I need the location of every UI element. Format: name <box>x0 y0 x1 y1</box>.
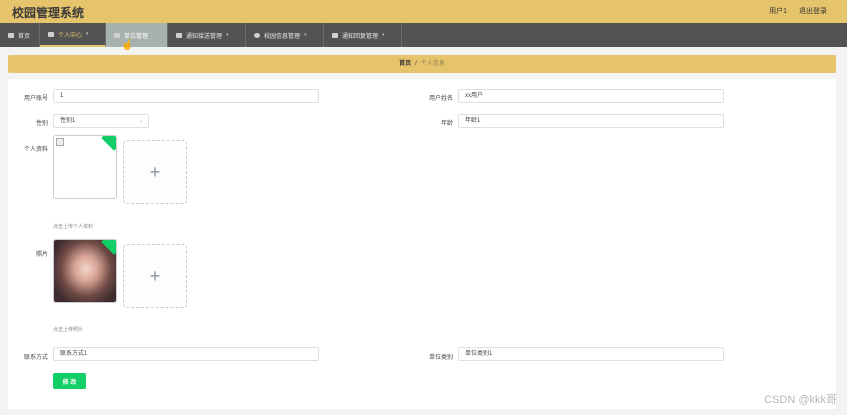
nav-label: 首页 <box>18 33 31 40</box>
contact-input[interactable]: 联系方式1 <box>53 347 319 361</box>
age-label: 年龄 <box>440 121 453 127</box>
account-label: 用户账号 <box>23 96 48 102</box>
chevron-down-icon: ⌄ <box>138 118 143 124</box>
current-user[interactable]: 用户1 <box>769 8 787 15</box>
profile-upload-hint: 点击上传个人资料 <box>53 224 94 230</box>
photo-upload-hint: 点击上传照片 <box>53 327 84 333</box>
name-input[interactable]: xx用户 <box>458 89 724 103</box>
gender-value: 性别1 <box>60 118 76 124</box>
menu-icon <box>114 32 120 38</box>
plus-icon: + <box>149 265 161 286</box>
top-bar: 校园管理系统 用户1 退出登录 <box>0 0 847 23</box>
logout-link[interactable]: 退出登录 <box>799 8 827 15</box>
chevron-down-icon: ▾ <box>304 32 307 38</box>
nav-item-notice-pickup[interactable]: 通知接送管理 ▾ <box>168 23 246 47</box>
user-icon <box>48 31 54 37</box>
nav-item-campus-info[interactable]: 校园信息管理 ▾ <box>246 23 324 47</box>
photo-uploaded-file[interactable] <box>53 239 117 303</box>
submit-button[interactable]: 修 改 <box>53 373 86 389</box>
contact-label: 联系方式 <box>23 355 48 361</box>
gender-label: 性别 <box>35 121 48 127</box>
broken-image-icon <box>56 138 64 146</box>
breadcrumb: 首页 / 个人信息 <box>8 55 836 73</box>
unit-type-input[interactable]: 单位类别1 <box>458 347 724 361</box>
profile-upload-button[interactable]: + <box>123 140 187 204</box>
nav-label: 通知回复管理 <box>342 33 379 40</box>
nav-label: 单位管理 <box>124 33 149 40</box>
chevron-down-icon: ▾ <box>226 32 229 38</box>
app-title: 校园管理系统 <box>12 6 85 20</box>
profile-label: 个人资料 <box>23 147 48 153</box>
info-icon <box>254 32 260 38</box>
nav-label: 个人中心 <box>58 32 83 39</box>
chat-icon <box>176 32 182 38</box>
nav-label: 校园信息管理 <box>264 33 301 40</box>
name-label: 用户姓名 <box>428 96 453 102</box>
gender-select[interactable]: 性别1 ⌄ <box>53 114 149 128</box>
pointer-cursor-icon: ☝ <box>121 40 134 51</box>
profile-uploaded-file[interactable] <box>53 135 117 199</box>
success-check-icon <box>101 136 116 151</box>
portrait-photo <box>54 240 116 302</box>
chevron-down-icon: ▾ <box>86 31 89 37</box>
home-icon <box>8 32 14 38</box>
profile-form: 用户账号 1 用户姓名 xx用户 性别 性别1 ⌄ 年龄 年龄1 个人资料 + … <box>8 79 836 409</box>
nav-item-home[interactable]: 首页 <box>0 23 40 47</box>
plus-icon: + <box>149 161 161 182</box>
nav-item-unit-management[interactable]: 单位管理 <box>106 23 168 47</box>
nav-item-personal-center[interactable]: 个人中心 ▾ <box>40 23 106 47</box>
nav-item-notice-reply[interactable]: 通知回复管理 ▾ <box>324 23 402 47</box>
top-right-area: 用户1 退出登录 <box>759 6 827 16</box>
nav-label: 通知接送管理 <box>186 33 223 40</box>
unit-type-label: 单位类别 <box>428 355 453 361</box>
age-input[interactable]: 年龄1 <box>458 114 724 128</box>
watermark: CSDN @kkk哥 <box>764 394 837 406</box>
breadcrumb-separator: / <box>415 61 417 67</box>
photo-upload-button[interactable]: + <box>123 244 187 308</box>
photo-label: 照片 <box>35 252 48 258</box>
breadcrumb-current: 个人信息 <box>420 61 445 67</box>
list-icon <box>332 32 338 38</box>
account-input[interactable]: 1 <box>53 89 319 103</box>
chevron-down-icon: ▾ <box>382 32 385 38</box>
breadcrumb-home[interactable]: 首页 <box>399 61 411 67</box>
